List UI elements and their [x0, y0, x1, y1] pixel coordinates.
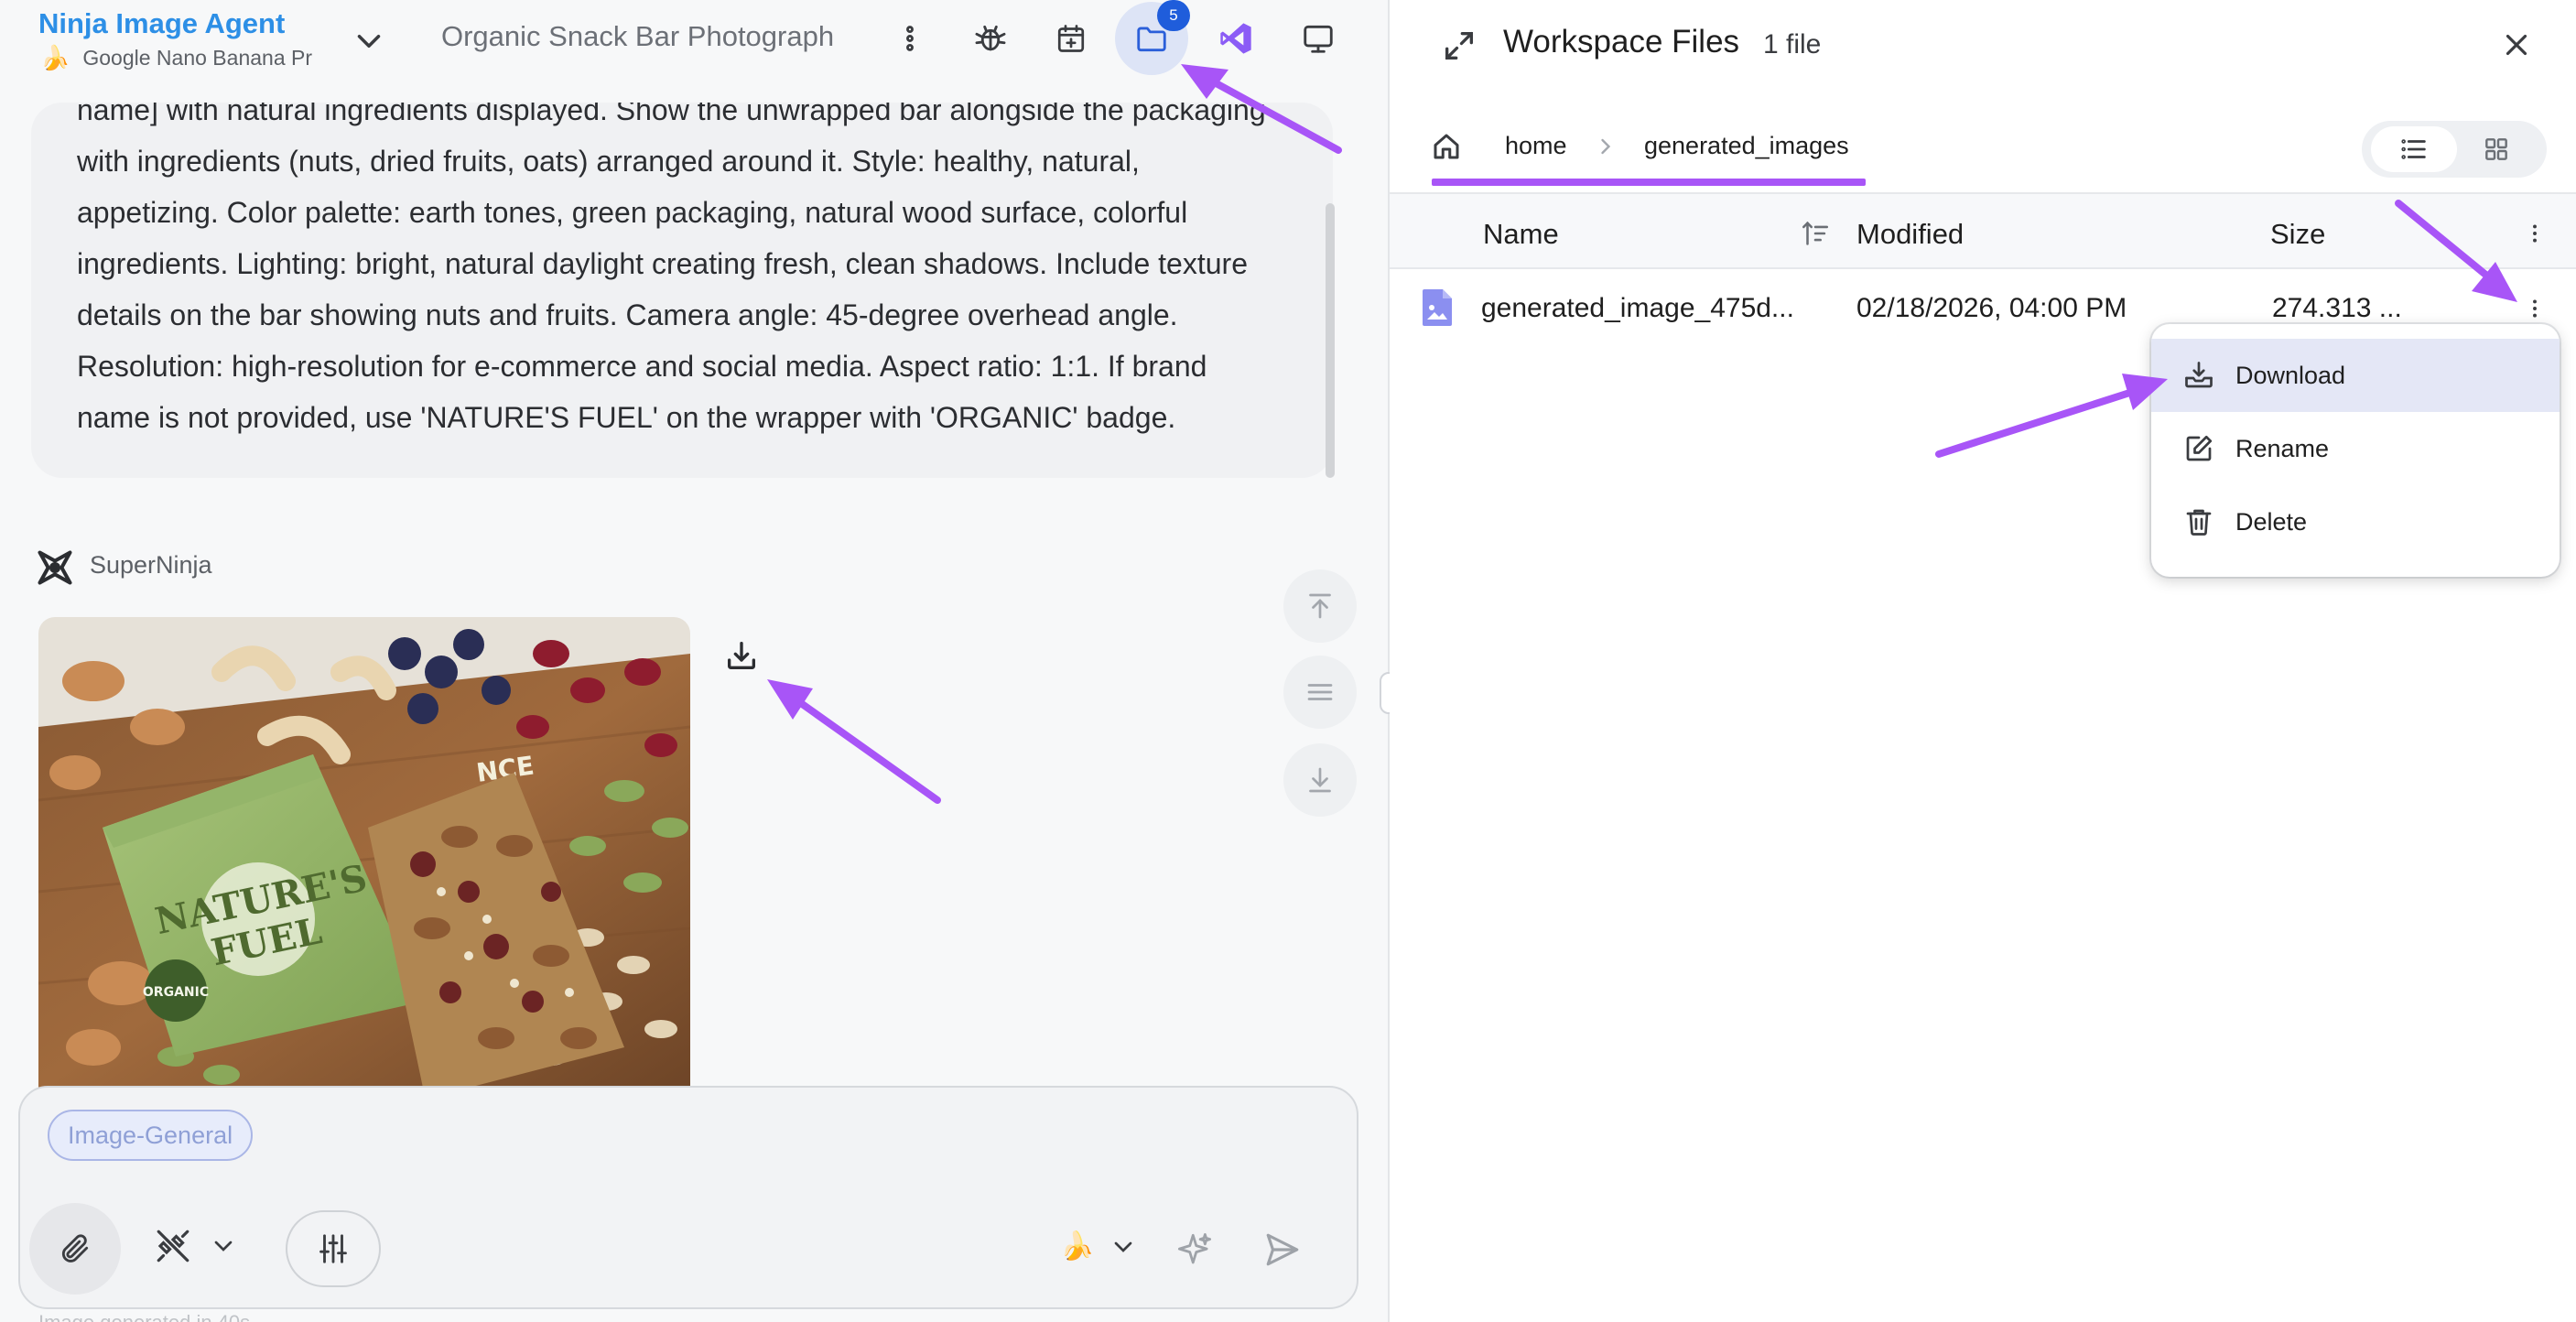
file-context-menu: Download Rename Delete	[2151, 324, 2560, 577]
generated-image[interactable]: NATURE'S FUEL ORGANIC NCE	[38, 617, 690, 1088]
settings-sliders-button[interactable]	[286, 1210, 381, 1287]
scroll-bottom-button[interactable]	[1283, 743, 1357, 817]
menu-item-delete[interactable]: Delete	[2151, 485, 2560, 558]
banana-icon: 🍌	[1060, 1231, 1095, 1262]
monitor-icon[interactable]	[1293, 13, 1344, 64]
banana-icon: 🍌	[40, 44, 70, 71]
file-name[interactable]: generated_image_475d...	[1481, 293, 1794, 324]
user-prompt-card: name] with natural ingredients displayed…	[31, 103, 1333, 478]
chat-scrollbar[interactable]	[1326, 203, 1335, 478]
edit-icon	[2182, 432, 2215, 465]
scroll-top-button[interactable]	[1283, 569, 1357, 643]
prompt-line: Resolution: high-resolution for e-commer…	[77, 350, 1207, 383]
image-file-icon	[1421, 287, 1454, 328]
visual-studio-icon[interactable]	[1210, 13, 1261, 64]
home-icon[interactable]	[1430, 130, 1463, 163]
grid-view-button[interactable]	[2453, 126, 2539, 172]
column-name[interactable]: Name	[1483, 218, 1559, 251]
prompt-line: name is not provided, use 'NATURE'S FUEL…	[77, 401, 1176, 434]
chevron-down-icon[interactable]	[350, 22, 388, 60]
message-list-button[interactable]	[1283, 656, 1357, 729]
close-icon[interactable]	[2499, 27, 2534, 62]
image-download-button[interactable]	[723, 637, 760, 674]
file-count: 1 file	[1763, 29, 1822, 60]
list-view-button[interactable]	[2371, 126, 2457, 172]
trash-icon	[2182, 505, 2215, 538]
app-title[interactable]: Ninja Image Agent	[38, 7, 285, 40]
attach-button[interactable]	[29, 1203, 121, 1295]
more-vertical-icon[interactable]	[2523, 220, 2547, 247]
menu-item-download[interactable]: Download	[2151, 339, 2560, 412]
model-quick-select[interactable]: 🍌	[1060, 1230, 1138, 1262]
agent-chip[interactable]: Image-General	[48, 1110, 254, 1161]
footer-hint: Image generated in 40s	[38, 1311, 250, 1322]
chevron-down-icon	[1109, 1232, 1138, 1262]
prompt-line: appetizing. Color palette: earth tones, …	[77, 196, 1188, 229]
column-modified[interactable]: Modified	[1856, 218, 1964, 251]
folder-count-badge: 5	[1157, 0, 1190, 31]
row-actions-button[interactable]	[2523, 295, 2547, 322]
chevron-right-icon	[1593, 134, 1618, 159]
chat-pane: Ninja Image Agent 🍌 Google Nano Banana P…	[0, 0, 1388, 1322]
bug-icon[interactable]	[965, 13, 1016, 64]
file-modified: 02/18/2026, 04:00 PM	[1856, 293, 2127, 323]
file-size: 274.313 ...	[2272, 293, 2402, 323]
prompt-line: name] with natural ingredients displayed…	[77, 103, 1266, 126]
menu-label: Rename	[2235, 434, 2330, 462]
prompt-line: ingredients. Lighting: bright, natural d…	[77, 247, 1248, 280]
prompt-line: with ingredients (nuts, dried fruits, oa…	[77, 145, 1140, 178]
prompt-line: details on the bar showing nuts and frui…	[77, 298, 1178, 331]
tools-toggle[interactable]	[154, 1227, 238, 1265]
download-icon	[2182, 359, 2215, 392]
organic-badge-text: ORGANIC	[143, 985, 209, 1000]
model-selector[interactable]: 🍌 Google Nano Banana Pr	[40, 44, 357, 72]
model-name: Google Nano Banana Pr	[82, 46, 312, 70]
breadcrumb-generated-images[interactable]: generated_images	[1644, 132, 1849, 160]
menu-item-rename[interactable]: Rename	[2151, 412, 2560, 485]
paperclip-icon	[58, 1231, 92, 1266]
menu-label: Delete	[2235, 507, 2308, 536]
user-prompt-text: name] with natural ingredients displayed…	[77, 103, 1287, 443]
column-size[interactable]: Size	[2270, 218, 2325, 251]
more-vertical-icon[interactable]	[884, 13, 936, 64]
annotation-underline	[1432, 179, 1866, 186]
file-table-header	[1390, 192, 2576, 269]
sliders-icon	[316, 1231, 351, 1266]
send-icon[interactable]	[1263, 1230, 1302, 1269]
assistant-name: SuperNinja	[90, 551, 212, 579]
chat-title[interactable]: Organic Snack Bar Photograph	[441, 20, 834, 53]
breadcrumb-home[interactable]: home	[1505, 132, 1567, 160]
superninja-logo-icon	[35, 547, 75, 588]
sparkle-enhance-icon[interactable]	[1175, 1230, 1214, 1269]
plug-off-icon	[154, 1227, 192, 1265]
panel-title: Workspace Files	[1503, 24, 1740, 60]
menu-label: Download	[2235, 361, 2346, 389]
sort-icon[interactable]	[1800, 218, 1831, 249]
expand-icon[interactable]	[1441, 27, 1477, 64]
calendar-add-icon[interactable]	[1045, 13, 1097, 64]
chevron-down-icon	[209, 1231, 238, 1261]
